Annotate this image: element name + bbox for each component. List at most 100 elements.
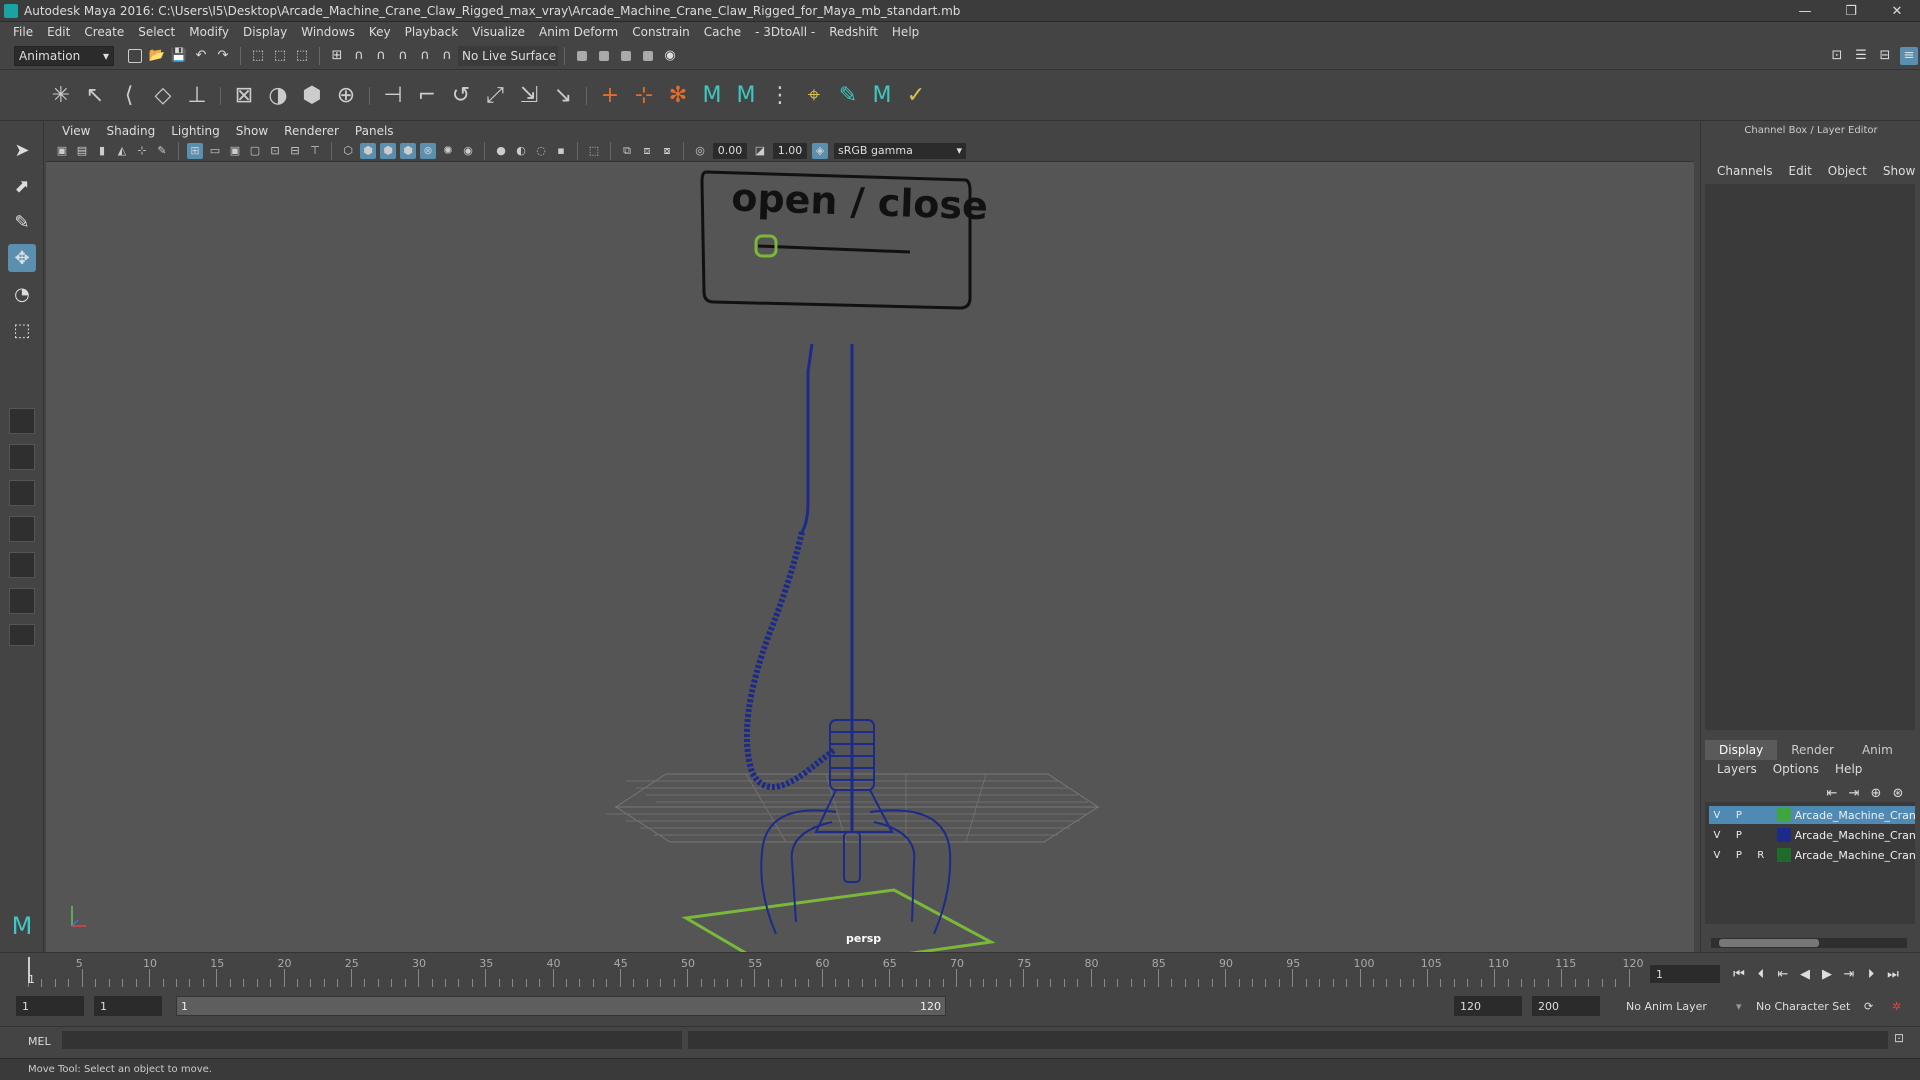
- layout-single-icon[interactable]: [9, 408, 35, 434]
- menu-create[interactable]: Create: [77, 25, 131, 39]
- layer-visibility-toggle[interactable]: V: [1709, 808, 1725, 822]
- tool-settings-icon[interactable]: ⊟: [1876, 47, 1894, 65]
- chevron-down-icon[interactable]: ▾: [1736, 1000, 1742, 1013]
- layer-color-swatch[interactable]: [1776, 848, 1791, 862]
- range-bar[interactable]: 1 120: [176, 996, 946, 1016]
- play-backward-icon[interactable]: ◀: [1794, 965, 1816, 983]
- play-forward-icon[interactable]: ▶: [1816, 965, 1838, 983]
- menu-display[interactable]: Display: [236, 25, 294, 39]
- menu-cache[interactable]: Cache: [697, 25, 748, 39]
- hik-icon[interactable]: ✻: [664, 82, 692, 110]
- smooth-shade-icon[interactable]: ⬢: [360, 142, 376, 159]
- render-current-icon[interactable]: [595, 47, 613, 65]
- menu-visualize[interactable]: Visualize: [465, 25, 532, 39]
- bookmark-icon[interactable]: ▮: [94, 143, 110, 159]
- select-object-icon[interactable]: ⬚: [271, 47, 289, 65]
- layout-four-icon[interactable]: [9, 444, 35, 470]
- layer-color-swatch[interactable]: [1776, 828, 1791, 842]
- delete-history-icon[interactable]: ⌖: [800, 82, 828, 110]
- menu-constrain[interactable]: Constrain: [625, 25, 697, 39]
- menu-modify[interactable]: Modify: [182, 25, 236, 39]
- camera-select-icon[interactable]: ▣: [54, 143, 70, 159]
- animation-start-field[interactable]: 1: [16, 996, 84, 1016]
- layout-outliner-icon[interactable]: [9, 516, 35, 542]
- point-constraint-icon[interactable]: ⊣: [379, 82, 407, 110]
- menu-select[interactable]: Select: [131, 25, 182, 39]
- orient-constraint-icon[interactable]: ↺: [447, 82, 475, 110]
- exposure-field[interactable]: 0.00: [713, 142, 747, 159]
- playback-end-field[interactable]: 120: [1454, 996, 1522, 1016]
- open-scene-icon[interactable]: 📂: [148, 47, 166, 65]
- cluster-icon[interactable]: ◑: [264, 82, 292, 110]
- restore-icon[interactable]: ❐: [1828, 0, 1874, 22]
- current-frame-field[interactable]: 1: [1650, 965, 1720, 983]
- playback-start-field[interactable]: 1: [94, 996, 162, 1016]
- animation-end-field[interactable]: 200: [1532, 996, 1600, 1016]
- layout-more-icon[interactable]: [9, 624, 35, 646]
- mash-icon[interactable]: M: [698, 82, 726, 110]
- menu-windows[interactable]: Windows: [294, 25, 362, 39]
- menu-3dtoall[interactable]: - 3DtoAll -: [748, 25, 822, 39]
- channels-menu[interactable]: Channels: [1709, 164, 1781, 178]
- panel-menu-renderer[interactable]: Renderer: [276, 124, 347, 138]
- gamma-field[interactable]: 1.00: [773, 142, 807, 159]
- panel-menu-view[interactable]: View: [54, 124, 98, 138]
- ik-handle-icon[interactable]: ↖: [81, 82, 109, 110]
- xray-active-icon[interactable]: ⧉: [619, 143, 635, 159]
- textured-icon[interactable]: ✺: [440, 143, 456, 159]
- menu-playback[interactable]: Playback: [398, 25, 466, 39]
- move-layer-down-icon[interactable]: ⇥: [1845, 784, 1863, 802]
- field-chart-icon[interactable]: ⊡: [267, 143, 283, 159]
- frame-selected-icon[interactable]: ⧇: [659, 143, 675, 159]
- select-tool-icon[interactable]: ➤: [8, 136, 36, 164]
- command-input[interactable]: [62, 1031, 682, 1049]
- anti-aliasing-icon[interactable]: ▪: [553, 143, 569, 159]
- layer-display-type-toggle[interactable]: R: [1753, 848, 1769, 862]
- layout-two-icon[interactable]: [9, 480, 35, 506]
- close-icon[interactable]: ✕: [1874, 0, 1920, 22]
- layer-horizontal-scrollbar[interactable]: [1711, 938, 1907, 948]
- menu-key[interactable]: Key: [362, 25, 398, 39]
- step-forward-key-icon[interactable]: ⇥: [1838, 965, 1860, 983]
- layers-menu[interactable]: Layers: [1709, 762, 1765, 776]
- film-gate-icon[interactable]: ▭: [207, 143, 223, 159]
- layer-playback-toggle[interactable]: P: [1731, 808, 1747, 822]
- time-slider[interactable]: 5 10 15 20 25 30 35 40 45 50 55 60 65 70 75 80 85 90 95 100…: [0, 952, 1920, 988]
- wireframe-on-shaded-icon[interactable]: ⬢: [380, 142, 396, 159]
- bind-skin-icon[interactable]: ⊥: [183, 82, 211, 110]
- go-to-start-icon[interactable]: ⏮: [1728, 965, 1750, 983]
- new-layer-icon[interactable]: ⊕: [1867, 784, 1885, 802]
- select-component-icon[interactable]: ⬚: [293, 47, 311, 65]
- snap-live-icon[interactable]: ∩: [438, 47, 456, 65]
- script-editor-icon[interactable]: ⊡: [1894, 1031, 1904, 1045]
- script-language-toggle[interactable]: MEL: [28, 1035, 51, 1048]
- lattice-icon[interactable]: ⊠: [230, 82, 258, 110]
- render-view-icon[interactable]: [573, 47, 591, 65]
- layout-graph-icon[interactable]: [9, 552, 35, 578]
- safe-title-icon[interactable]: ⊤: [307, 143, 323, 159]
- layer-visibility-toggle[interactable]: V: [1709, 848, 1725, 862]
- auto-key-icon[interactable]: ⟳: [1864, 1000, 1873, 1013]
- step-forward-icon[interactable]: ⏵: [1860, 965, 1882, 983]
- help-menu[interactable]: Help: [1827, 762, 1870, 776]
- paint-weights-icon[interactable]: ◇: [149, 82, 177, 110]
- snap-view-icon[interactable]: ∩: [394, 47, 412, 65]
- soft-mod-icon[interactable]: ⊕: [332, 82, 360, 110]
- menu-help[interactable]: Help: [885, 25, 926, 39]
- undo-icon[interactable]: ↶: [192, 47, 210, 65]
- grid-toggle-icon[interactable]: ⊞: [187, 142, 203, 159]
- object-menu[interactable]: Object: [1820, 164, 1875, 178]
- menu-anim-deform[interactable]: Anim Deform: [532, 25, 625, 39]
- gamma-icon[interactable]: ◪: [752, 143, 768, 159]
- go-to-end-icon[interactable]: ⏭: [1882, 965, 1904, 983]
- show-menu[interactable]: Show: [1875, 164, 1920, 178]
- parent-constraint-icon[interactable]: ⇲: [515, 82, 543, 110]
- panel-menu-show[interactable]: Show: [228, 124, 276, 138]
- tab-display[interactable]: Display: [1705, 740, 1778, 760]
- pole-vector-icon[interactable]: ↘: [549, 82, 577, 110]
- step-back-icon[interactable]: ⏴: [1750, 965, 1772, 983]
- layout-hypershade-icon[interactable]: [9, 588, 35, 614]
- 2d-pan-zoom-icon[interactable]: ⊹: [134, 143, 150, 159]
- color-management-icon[interactable]: ◈: [812, 142, 828, 159]
- aim-constraint-icon[interactable]: ⌐: [413, 82, 441, 110]
